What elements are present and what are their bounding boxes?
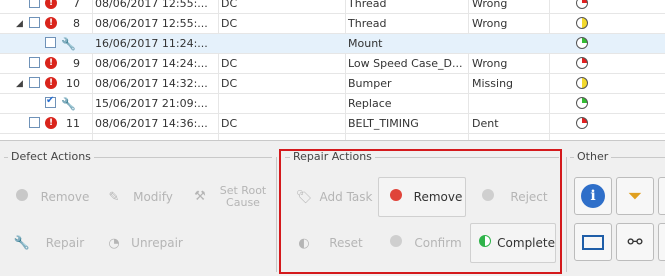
- confirm-button[interactable]: Confirm: [378, 223, 466, 263]
- row-checkbox[interactable]: [29, 57, 40, 68]
- row-date: 15/06/2017 21:09:...: [95, 97, 208, 110]
- vise-icon: ⚒: [194, 189, 206, 204]
- set-root-cause-button[interactable]: ⚒ Set Root Cause: [182, 177, 272, 217]
- row-type: Low Speed Case_D...: [348, 57, 463, 70]
- complete-button[interactable]: Complete: [470, 223, 556, 263]
- action-panel: Defect Actions Remove ✎ Modify ⚒ Set Roo…: [0, 141, 665, 276]
- row-number: 11: [66, 117, 80, 130]
- table-row[interactable]: ! 7 08/06/2017 12:55:... DC Thread Wrong: [0, 0, 665, 14]
- row-number: 10: [66, 77, 80, 90]
- defect-flag-icon: !: [45, 77, 57, 89]
- row-type: BELT_TIMING: [348, 117, 419, 130]
- reset-button[interactable]: ◐ Reset: [286, 223, 374, 263]
- binoculars-icon: ⚯: [627, 231, 643, 253]
- status-pie-icon: [576, 57, 588, 69]
- row-type: Thread: [348, 0, 387, 10]
- row-fault: Wrong: [472, 17, 508, 30]
- status-pie-icon: [576, 117, 588, 129]
- remove-icon: [387, 189, 405, 205]
- status-pie-icon: [576, 0, 588, 9]
- funnel-icon: ⏷: [627, 185, 643, 207]
- remove-icon: [13, 189, 31, 205]
- wrench-icon: 🔧: [61, 97, 76, 111]
- status-pie-icon: [576, 97, 588, 109]
- row-fault: Missing: [472, 77, 514, 90]
- tag-icon: 🏷: [295, 189, 313, 205]
- reset-icon: ◐: [298, 235, 310, 251]
- wrench-icon: 🔧: [13, 235, 31, 251]
- confirm-icon: [387, 235, 405, 251]
- row-date: 08/06/2017 14:24:...: [95, 57, 208, 70]
- window-icon: [582, 234, 604, 250]
- other-title: Other: [574, 150, 612, 163]
- row-date: 08/06/2017 14:36:...: [95, 117, 208, 130]
- reject-icon: [479, 189, 497, 205]
- collapse-arrow-icon[interactable]: ◢: [16, 17, 23, 31]
- table-row[interactable]: ◢ ! 10 08/06/2017 14:32:... DC Bumper Mi…: [0, 74, 665, 94]
- complete-icon: [479, 235, 492, 251]
- table-row[interactable]: ! 11 08/06/2017 14:36:... DC BELT_TIMING…: [0, 114, 665, 134]
- row-code: DC: [221, 0, 238, 10]
- collapse-arrow-icon[interactable]: ◢: [16, 77, 23, 91]
- info-button[interactable]: i: [574, 177, 612, 215]
- row-checkbox[interactable]: [29, 77, 40, 88]
- table-row[interactable]: ! 9 08/06/2017 14:24:... DC Low Speed Ca…: [0, 54, 665, 74]
- row-checkbox[interactable]: [29, 17, 40, 28]
- more-button[interactable]: [658, 177, 665, 215]
- row-fault: Wrong: [472, 0, 508, 10]
- row-type: Mount: [348, 37, 383, 50]
- row-type: Thread: [348, 17, 387, 30]
- row-code: DC: [221, 57, 238, 70]
- row-checkbox[interactable]: [45, 95, 56, 108]
- row-code: DC: [221, 77, 238, 90]
- defect-flag-icon: !: [45, 117, 57, 129]
- status-pie-icon: [576, 77, 588, 89]
- repair-button[interactable]: 🔧 Repair: [4, 223, 94, 263]
- unrepair-icon: ◔: [108, 235, 120, 251]
- repair-grid: ! 7 08/06/2017 12:55:... DC Thread Wrong…: [0, 0, 665, 141]
- table-row[interactable]: 🔧 16/06/2017 11:24:... Mount: [0, 34, 665, 54]
- row-checkbox[interactable]: [29, 117, 40, 128]
- row-checkbox[interactable]: [29, 0, 40, 8]
- status-pie-icon: [576, 17, 588, 29]
- wrench-icon: 🔧: [61, 37, 76, 51]
- table-row[interactable]: ◢ ! 8 08/06/2017 12:55:... DC Thread Wro…: [0, 14, 665, 34]
- defect-actions-title: Defect Actions: [8, 150, 94, 163]
- repair-actions-title: Repair Actions: [290, 150, 375, 163]
- table-row[interactable]: 🔧 15/06/2017 21:09:... Replace: [0, 94, 665, 114]
- row-number: 8: [73, 17, 80, 30]
- row-date: 08/06/2017 12:55:...: [95, 0, 208, 10]
- defect-flag-icon: !: [45, 57, 57, 69]
- row-date: 16/06/2017 11:24:...: [95, 37, 208, 50]
- row-code: DC: [221, 17, 238, 30]
- row-checkbox[interactable]: [45, 37, 56, 48]
- window-button[interactable]: [574, 223, 612, 261]
- defect-flag-icon: !: [45, 17, 57, 29]
- defect-flag-icon: !: [45, 0, 57, 9]
- reject-button[interactable]: Reject: [470, 177, 556, 217]
- search-button[interactable]: ⚯: [616, 223, 654, 261]
- info-icon: i: [581, 184, 605, 208]
- row-fault: Wrong: [472, 57, 508, 70]
- row-code: DC: [221, 117, 238, 130]
- modify-button[interactable]: ✎ Modify: [96, 177, 178, 217]
- row-fault: Dent: [472, 117, 499, 130]
- row-date: 08/06/2017 14:32:...: [95, 77, 208, 90]
- row-type: Replace: [348, 97, 392, 110]
- row-date: 08/06/2017 12:55:...: [95, 17, 208, 30]
- more-button[interactable]: [658, 223, 665, 261]
- unrepair-button[interactable]: ◔ Unrepair: [96, 223, 186, 263]
- filter-button[interactable]: ⏷: [616, 177, 654, 215]
- defect-remove-button[interactable]: Remove: [4, 177, 94, 217]
- row-number: 7: [73, 0, 80, 10]
- status-pie-icon: [576, 37, 588, 49]
- row-number: 9: [73, 57, 80, 70]
- add-task-button[interactable]: 🏷 Add Task: [286, 177, 374, 217]
- pencil-icon: ✎: [108, 189, 120, 205]
- row-type: Bumper: [348, 77, 392, 90]
- repair-remove-button[interactable]: Remove: [378, 177, 466, 217]
